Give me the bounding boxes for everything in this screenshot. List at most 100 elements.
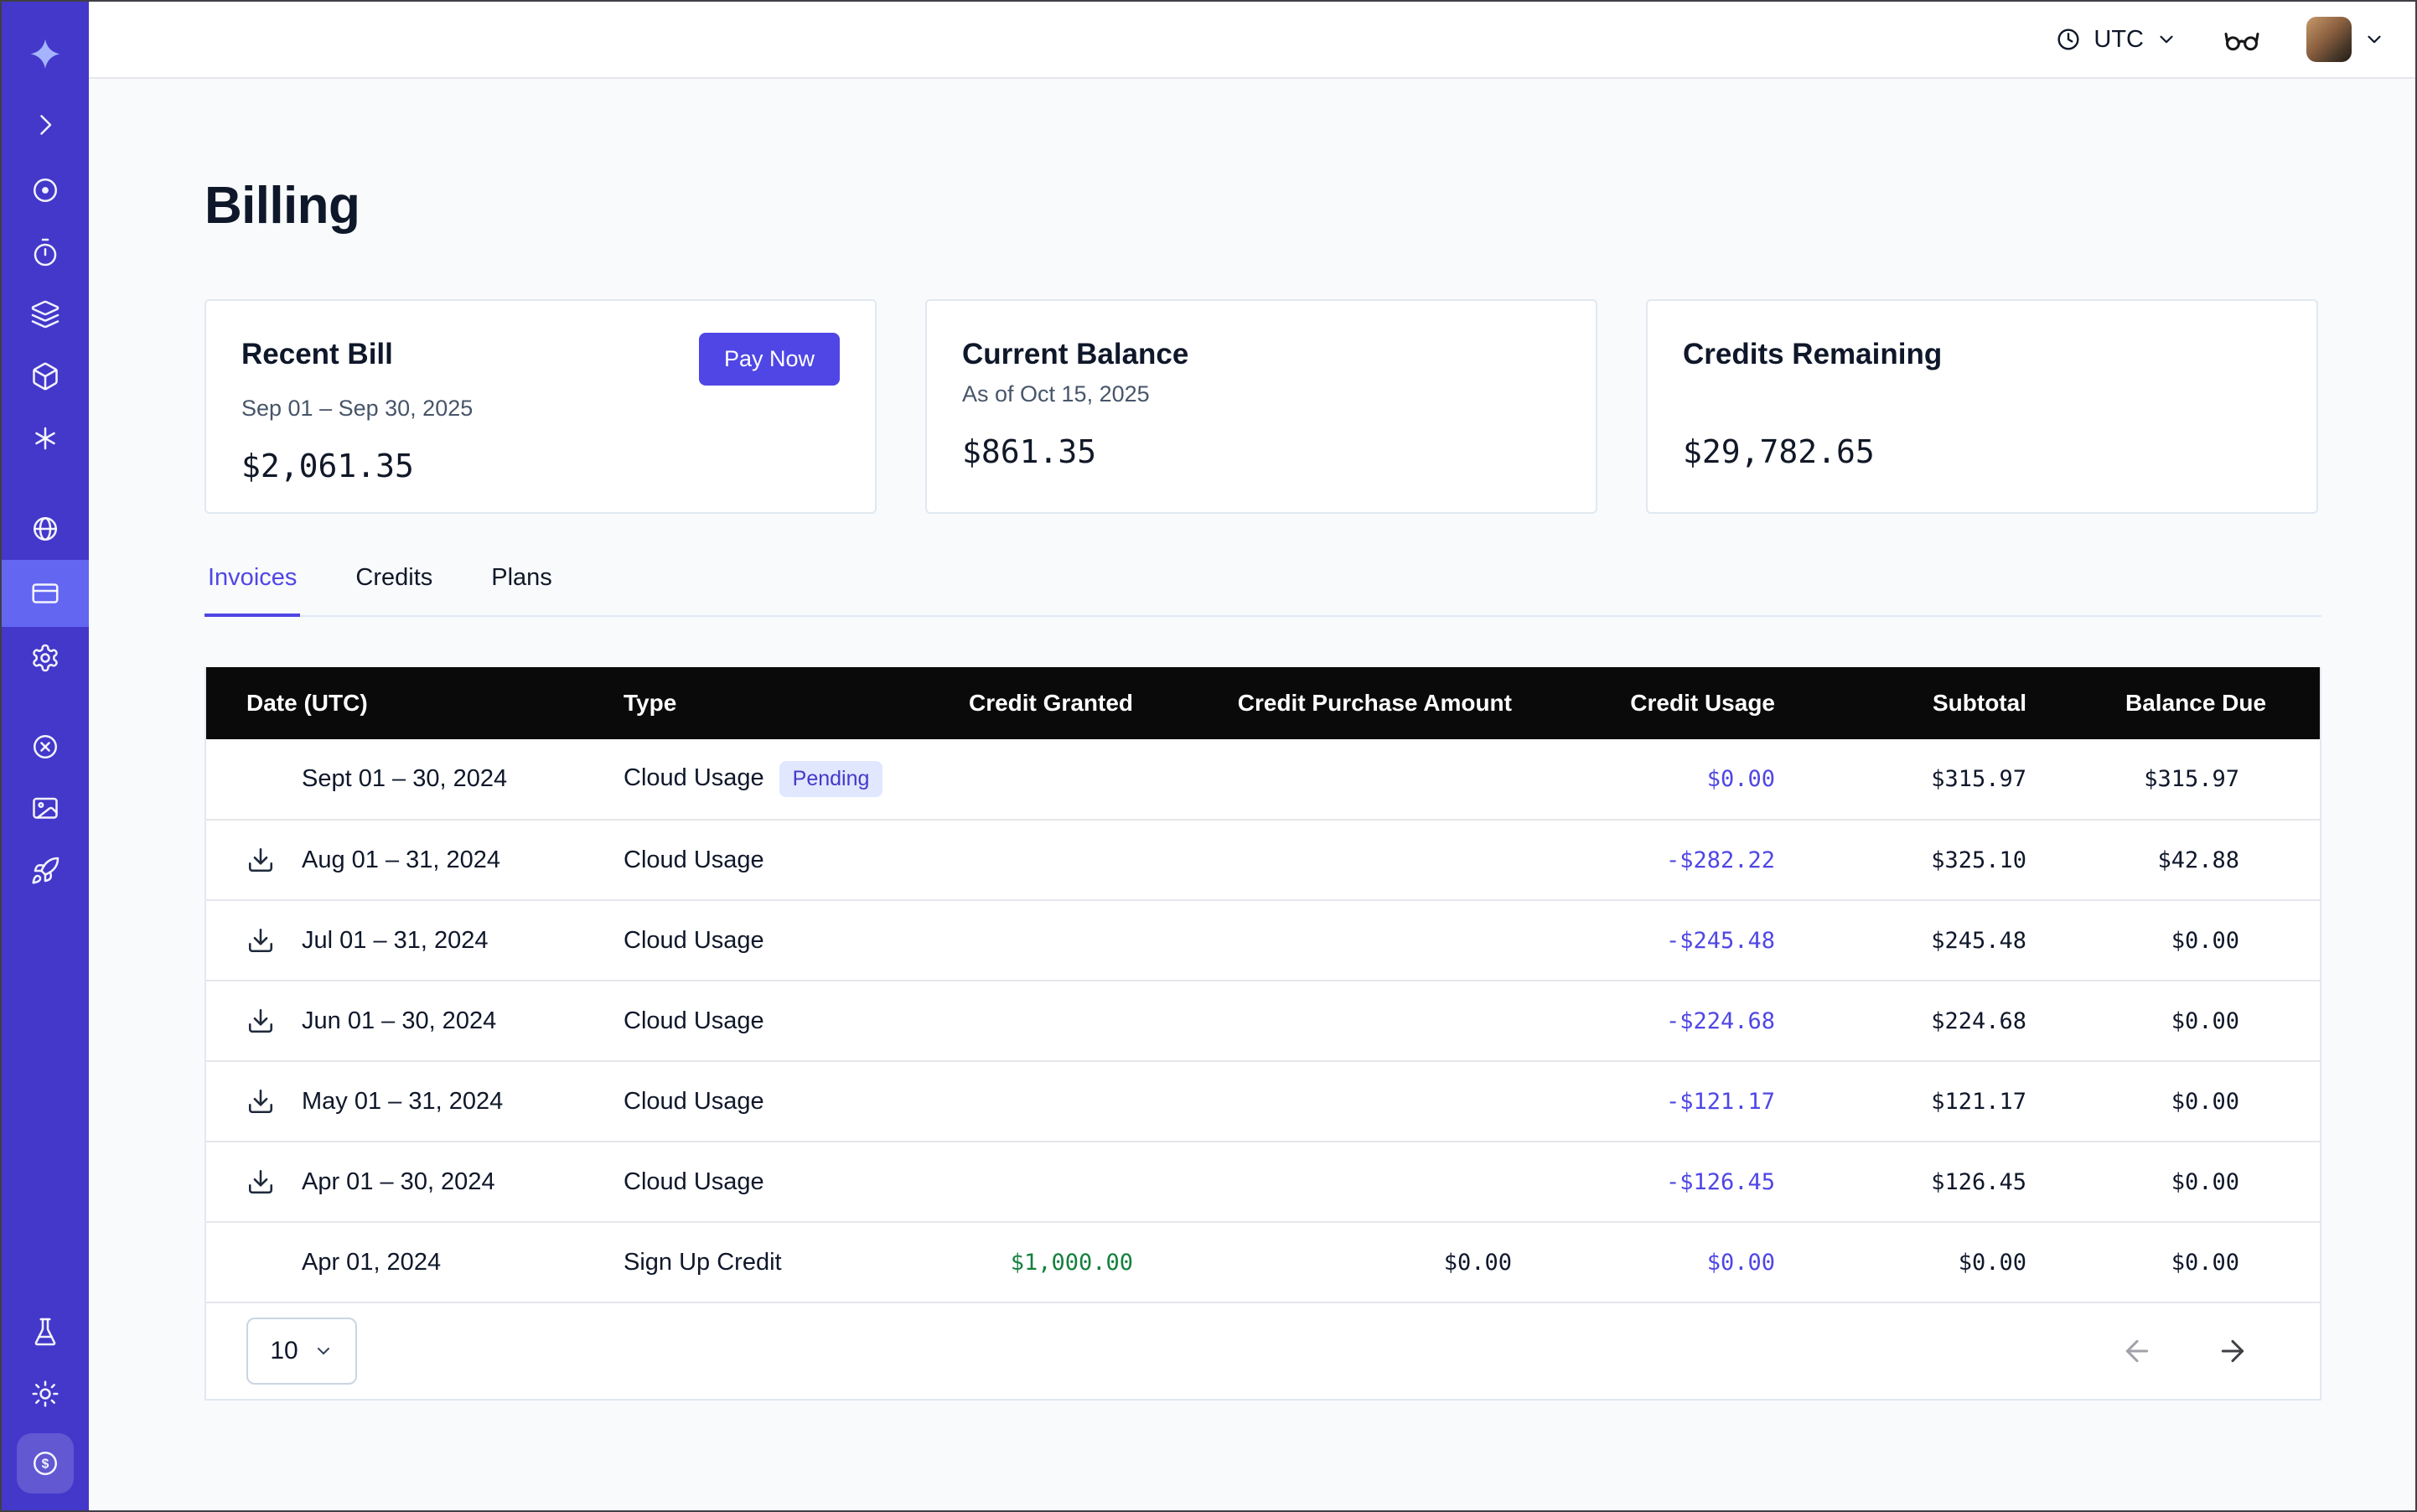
credit-usage-value: -$121.17 — [1606, 1061, 1874, 1142]
sidebar-item-radar[interactable] — [2, 159, 89, 221]
dollar-circle-icon: $ — [30, 1448, 60, 1478]
rocket-icon — [30, 856, 60, 886]
tab-credits[interactable]: Credits — [352, 564, 436, 617]
invoices-table: Date (UTC) Type Credit Granted Credit Pu… — [204, 667, 2321, 1401]
download-invoice-button[interactable] — [246, 1168, 302, 1196]
subtotal-value: $245.48 — [1874, 900, 2125, 981]
balance-due-value: $0.00 — [2125, 981, 2320, 1061]
credit-usage-value: $0.00 — [1606, 739, 1874, 820]
credit-purchase-value — [1220, 820, 1606, 900]
sidebar-item-billing[interactable] — [2, 560, 89, 627]
subtotal-value: $126.45 — [1874, 1142, 2125, 1222]
asterisk-icon — [30, 423, 60, 453]
sidebar-item-cube[interactable] — [2, 345, 89, 407]
app-logo[interactable] — [2, 22, 89, 89]
sidebar-item-labs[interactable] — [2, 1301, 89, 1363]
invoice-date: Jun 01 – 30, 2024 — [302, 1007, 496, 1034]
subtotal-value: $315.97 — [1874, 739, 2125, 820]
sidebar-item-asterisk[interactable] — [2, 407, 89, 469]
app-logo-icon — [27, 37, 64, 74]
timezone-selector[interactable]: UTC — [2055, 26, 2177, 54]
invoice-type: Cloud Usage — [624, 1168, 764, 1195]
recent-bill-card: Recent Bill Pay Now Sep 01 – Sep 30, 202… — [204, 299, 877, 514]
sidebar-item-images[interactable] — [2, 778, 89, 840]
chevron-down-icon — [2363, 28, 2385, 50]
balance-due-value: $42.88 — [2125, 820, 2320, 900]
prev-page-button[interactable] — [2120, 1334, 2154, 1368]
sidebar-item-theme[interactable] — [2, 1363, 89, 1425]
table-row: Sept 01 – 30, 2024 Cloud UsagePending $0… — [206, 739, 2320, 820]
invoice-date: Jul 01 – 31, 2024 — [302, 927, 489, 954]
invoice-type: Cloud Usage — [624, 847, 764, 873]
card-amount: $2,061.35 — [241, 448, 840, 484]
sidebar-item-circle-x[interactable] — [2, 716, 89, 778]
download-invoice-button[interactable] — [246, 926, 302, 955]
sidebar-item-globe[interactable] — [2, 498, 89, 560]
pagination — [2120, 1334, 2249, 1368]
balance-due-value: $0.00 — [2125, 1061, 2320, 1142]
summary-cards: Recent Bill Pay Now Sep 01 – Sep 30, 202… — [204, 299, 2318, 514]
topbar: UTC — [89, 2, 2415, 79]
column-header-date: Date (UTC) — [206, 667, 583, 739]
invoice-type: Cloud Usage — [624, 1088, 764, 1115]
download-invoice-button[interactable] — [246, 1007, 302, 1035]
tab-plans[interactable]: Plans — [488, 564, 556, 617]
table-row: Aug 01 – 31, 2024 Cloud Usage -$282.22 $… — [206, 820, 2320, 900]
subtotal-value: $224.68 — [1874, 981, 2125, 1061]
credit-usage-value: -$224.68 — [1606, 981, 1874, 1061]
page-size-select[interactable]: 10 — [246, 1318, 357, 1385]
card-subtitle: As of Oct 15, 2025 — [962, 381, 1560, 410]
account-menu[interactable] — [2306, 17, 2385, 62]
status-badge: Pending — [779, 761, 883, 797]
sidebar-group-tools — [2, 716, 89, 902]
card-subtitle: Sep 01 – Sep 30, 2025 — [241, 396, 840, 424]
download-icon — [246, 846, 275, 874]
layers-icon — [30, 299, 60, 329]
credit-purchase-value — [1220, 900, 1606, 981]
sidebar-item-timer[interactable] — [2, 221, 89, 283]
column-header-subtotal: Subtotal — [1874, 667, 2125, 739]
sidebar-item-rocket[interactable] — [2, 840, 89, 902]
page-size-value: 10 — [270, 1337, 298, 1365]
credit-purchase-value — [1220, 1061, 1606, 1142]
sidebar-group-billing — [2, 498, 89, 689]
table-footer: 10 — [206, 1303, 2320, 1399]
sidebar-item-costs[interactable]: $ — [17, 1433, 74, 1494]
pay-now-button[interactable]: Pay Now — [699, 333, 840, 386]
card-amount: $861.35 — [962, 433, 1560, 470]
table-row: Apr 01 – 30, 2024 Cloud Usage -$126.45 $… — [206, 1142, 2320, 1222]
invoice-date: May 01 – 31, 2024 — [302, 1088, 503, 1115]
sidebar-group-bottom — [2, 1301, 89, 1425]
credit-purchase-value: $0.00 — [1220, 1222, 1606, 1302]
timezone-label: UTC — [2094, 26, 2144, 54]
credit-usage-value: -$245.48 — [1606, 900, 1874, 981]
column-header-type: Type — [583, 667, 927, 739]
tab-invoices[interactable]: Invoices — [204, 564, 300, 617]
billing-app: $ UTC Billing Recent Bill Pay Now Sep 01 — [0, 0, 2417, 1512]
chevron-right-icon — [30, 110, 60, 140]
balance-due-value: $0.00 — [2125, 1142, 2320, 1222]
credit-usage-value: -$282.22 — [1606, 820, 1874, 900]
card-title: Current Balance — [962, 333, 1188, 371]
page-title: Billing — [204, 176, 2318, 236]
credit-granted-value: $1,000.00 — [1011, 1250, 1133, 1276]
glasses-icon — [2223, 20, 2261, 59]
invoice-type: Cloud Usage — [624, 1007, 764, 1034]
download-invoice-button[interactable] — [246, 846, 302, 874]
sidebar-expand-button[interactable] — [2, 94, 89, 156]
sidebar-item-layers[interactable] — [2, 283, 89, 345]
flask-icon — [30, 1317, 60, 1347]
gear-icon — [30, 643, 60, 673]
sidebar-item-settings[interactable] — [2, 627, 89, 689]
card-title: Recent Bill — [241, 333, 393, 371]
invoice-date: Sept 01 – 30, 2024 — [302, 765, 507, 792]
table-header-row: Date (UTC) Type Credit Granted Credit Pu… — [206, 667, 2320, 739]
reader-mode-button[interactable] — [2223, 20, 2261, 59]
balance-due-value: $315.97 — [2125, 739, 2320, 820]
clock-icon — [2055, 26, 2082, 53]
billing-tabs: Invoices Credits Plans — [204, 564, 2321, 617]
card-amount: $29,782.65 — [1683, 433, 2281, 470]
next-page-button[interactable] — [2216, 1334, 2249, 1368]
subtotal-value: $325.10 — [1874, 820, 2125, 900]
download-invoice-button[interactable] — [246, 1087, 302, 1116]
